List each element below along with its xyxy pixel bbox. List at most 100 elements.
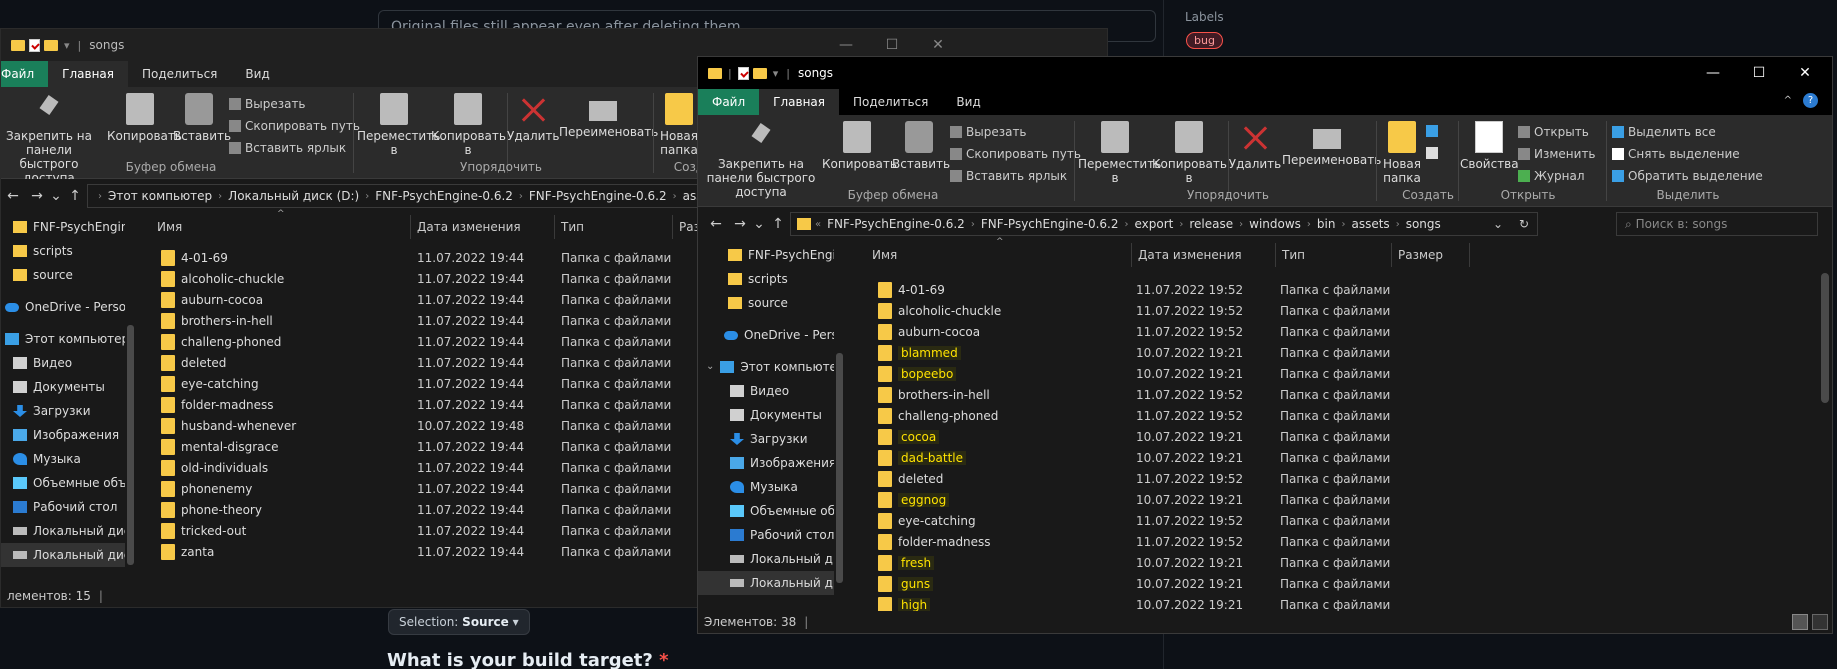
breadcrumb-item[interactable]: FNF-PsychEngine-0.6.2: [369, 189, 519, 203]
breadcrumb-item[interactable]: songs: [1400, 217, 1447, 231]
nav-item[interactable]: Загрузки: [698, 427, 834, 451]
table-row[interactable]: eggnog 10.07.2022 19:21 Папка с файлами: [878, 489, 1398, 510]
breadcrumb-item[interactable]: assets: [1345, 217, 1395, 231]
history-button[interactable]: Журнал: [1518, 169, 1585, 183]
table-row[interactable]: brothers-in-hell 11.07.2022 19:52 Папка с …: [878, 384, 1398, 405]
table-row[interactable]: folder-madness 11.07.2022 19:44 Папка с фа…: [161, 394, 681, 415]
table-row[interactable]: auburn-cocoa 11.07.2022 19:44 Папка с файл…: [161, 289, 681, 310]
scrollbar-thumb[interactable]: [127, 325, 134, 565]
copy-to-button[interactable]: Копировать в: [1152, 121, 1227, 185]
table-row[interactable]: deleted 11.07.2022 19:52 Папка с файлами: [878, 468, 1398, 489]
nav-item[interactable]: Видео: [698, 379, 834, 403]
nav-item[interactable]: scripts: [1, 239, 125, 263]
delete-button[interactable]: Удалить: [1228, 121, 1282, 171]
delete-button[interactable]: Удалить: [507, 93, 560, 143]
nav-item[interactable]: Загрузки: [1, 399, 125, 423]
nav-item[interactable]: FNF-PsychEngin: [1, 215, 125, 239]
chevron-up-icon[interactable]: ^: [1784, 95, 1792, 106]
address-bar[interactable]: « FNF-PsychEngine-0.6.2 › FNF-PsychEngine…: [790, 212, 1538, 236]
bug-label-badge[interactable]: bug: [1186, 32, 1223, 49]
cut-button[interactable]: Вырезать: [950, 125, 1027, 139]
move-to-button[interactable]: Переместить в: [357, 93, 440, 157]
tab-share[interactable]: Поделиться: [128, 61, 231, 87]
dropdown-arrow-icon[interactable]: ▾: [64, 39, 70, 52]
table-row[interactable]: brothers-in-hell 11.07.2022 19:44 Папка с …: [161, 310, 681, 331]
tab-view[interactable]: Вид: [231, 61, 283, 87]
breadcrumb-item[interactable]: Локальный диск (D:): [222, 189, 365, 203]
table-row[interactable]: alcoholic-chuckle 11.07.2022 19:52 Папка с…: [878, 300, 1398, 321]
recent-locations-icon[interactable]: ⌄: [752, 216, 766, 232]
chevron-down-icon[interactable]: ⌄: [706, 355, 714, 379]
nav-item[interactable]: Музыка: [1, 447, 125, 471]
new-folder-button[interactable]: Новая папка: [1378, 121, 1426, 185]
nav-item[interactable]: Изображения: [1, 423, 125, 447]
copy-button[interactable]: Копировать: [107, 93, 182, 143]
table-row[interactable]: blammed 10.07.2022 19:21 Папка с файлами: [878, 342, 1398, 363]
invert-selection-button[interactable]: Обратить выделение: [1612, 169, 1763, 183]
breadcrumb-item[interactable]: release: [1183, 217, 1239, 231]
nav-item[interactable]: Рабочий стол: [1, 495, 125, 519]
rename-button[interactable]: Переименовать: [559, 93, 658, 139]
nav-item[interactable]: Документы: [698, 403, 834, 427]
open-button[interactable]: Открыть: [1518, 125, 1589, 139]
address-bar[interactable]: › Этот компьютер › Локальный диск (D:) › F…: [87, 184, 727, 208]
nav-item[interactable]: source: [698, 291, 834, 315]
paste-shortcut-button[interactable]: Вставить ярлык: [950, 169, 1067, 183]
breadcrumb-item[interactable]: FNF-PsychEngine-0.6.2: [821, 217, 971, 231]
help-icon[interactable]: ?: [1803, 93, 1818, 108]
table-row[interactable]: tricked-out 11.07.2022 19:44 Папка с файла…: [161, 520, 681, 541]
move-to-button[interactable]: Переместить в: [1078, 121, 1161, 185]
edit-button[interactable]: Изменить: [1518, 147, 1596, 161]
nav-pane-scrollbar[interactable]: [125, 215, 137, 585]
nav-item[interactable]: FNF-PsychEngin: [698, 243, 834, 267]
select-all-button[interactable]: Выделить все: [1612, 125, 1716, 139]
breadcrumb-item[interactable]: bin: [1311, 217, 1342, 231]
details-view-icon[interactable]: [1792, 614, 1808, 630]
table-row[interactable]: deleted 11.07.2022 19:44 Папка с файлами: [161, 352, 681, 373]
large-icons-view-icon[interactable]: [1812, 614, 1828, 630]
column-header-name[interactable]: Имя: [151, 215, 411, 239]
forward-icon[interactable]: →: [25, 188, 49, 204]
nav-item-onedrive[interactable]: OneDrive - Persor: [698, 323, 834, 347]
table-row[interactable]: eye-catching 11.07.2022 19:44 Папка с файл…: [161, 373, 681, 394]
properties-icon[interactable]: [29, 38, 40, 52]
forward-icon[interactable]: →: [728, 216, 752, 232]
tab-share[interactable]: Поделиться: [839, 89, 942, 115]
table-row[interactable]: guns 10.07.2022 19:21 Папка с файлами: [878, 573, 1398, 594]
nav-item[interactable]: Рабочий стол: [698, 523, 834, 547]
nav-item[interactable]: source: [1, 263, 125, 287]
table-row[interactable]: cocoa 10.07.2022 19:21 Папка с файлами: [878, 426, 1398, 447]
table-row[interactable]: phonenemy 11.07.2022 19:44 Папка с файлами: [161, 478, 681, 499]
table-row[interactable]: phone-theory 11.07.2022 19:44 Папка с файл…: [161, 499, 681, 520]
tab-view[interactable]: Вид: [942, 89, 994, 115]
breadcrumb-item[interactable]: export: [1129, 217, 1180, 231]
breadcrumb-item[interactable]: FNF-PsychEngine-0.6.2: [975, 217, 1125, 231]
table-row[interactable]: old-individuals 11.07.2022 19:44 Папка с ф…: [161, 457, 681, 478]
refresh-icon[interactable]: ↻: [1519, 217, 1529, 231]
close-icon[interactable]: ✕: [1782, 57, 1828, 89]
table-row[interactable]: dad-battle 10.07.2022 19:21 Папка с файлам…: [878, 447, 1398, 468]
rename-button[interactable]: Переименовать: [1282, 121, 1381, 167]
back-icon[interactable]: ←: [704, 216, 728, 232]
table-row[interactable]: challeng-phoned 11.07.2022 19:44 Папка с ф…: [161, 331, 681, 352]
chevron-down-icon[interactable]: ⌄: [1493, 217, 1503, 231]
table-row[interactable]: zanta 11.07.2022 19:44 Папка с файлами: [161, 541, 681, 562]
table-row[interactable]: fresh 10.07.2022 19:21 Папка с файлами: [878, 552, 1398, 573]
column-header-date[interactable]: Дата изменения: [1132, 243, 1276, 267]
up-icon[interactable]: ↑: [63, 188, 87, 204]
properties-button[interactable]: Свойства: [1460, 121, 1519, 171]
paste-button[interactable]: Вставить: [173, 93, 231, 143]
column-header-name[interactable]: Имя: [866, 243, 1132, 267]
nav-item[interactable]: Объемные объ: [1, 471, 125, 495]
table-row[interactable]: mental-disgrace 11.07.2022 19:44 Папка с ф…: [161, 436, 681, 457]
nav-item[interactable]: Музыка: [698, 475, 834, 499]
table-row[interactable]: bopeebo 10.07.2022 19:21 Папка с файлами: [878, 363, 1398, 384]
nav-item[interactable]: Изображения: [698, 451, 834, 475]
nav-pane-scrollbar[interactable]: [834, 243, 846, 611]
new-folder-icon[interactable]: [44, 39, 58, 51]
back-icon[interactable]: ←: [1, 188, 25, 204]
table-row[interactable]: 4-01-69 11.07.2022 19:44 Папка с файлами: [161, 247, 681, 268]
scrollbar-thumb[interactable]: [1821, 273, 1829, 403]
nav-item[interactable]: Документы: [1, 375, 125, 399]
scrollbar-thumb[interactable]: [836, 353, 843, 583]
